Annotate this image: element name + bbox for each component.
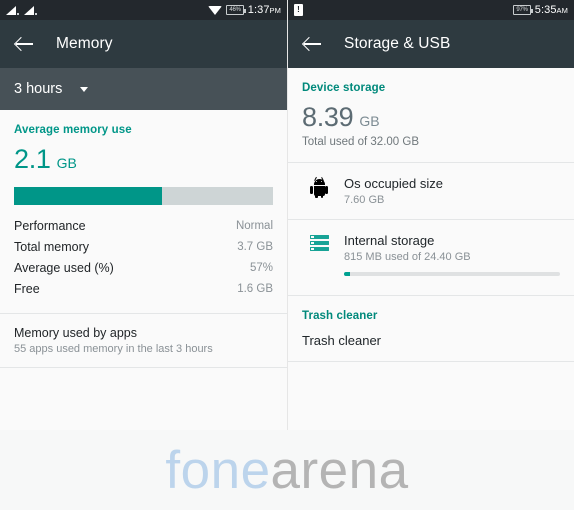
trash-cleaner-item[interactable]: Trash cleaner (288, 322, 574, 361)
storage-content: Device storage 8.39 GB Total used of 32.… (288, 68, 574, 362)
memory-content: Average memory use 2.1 GB Performance No… (0, 110, 287, 368)
signal-bars-icon (6, 5, 19, 15)
internal-storage-bar (344, 272, 560, 276)
average-memory-unit: GB (56, 155, 77, 171)
battery-indicator: 46% (226, 5, 247, 15)
memory-used-by-apps-item[interactable]: Memory used by apps 55 apps used memory … (0, 314, 287, 367)
clock-time: 1:37 (247, 4, 270, 16)
device-storage-value: 8.39 (302, 102, 354, 132)
signal-bars-icon-2 (24, 5, 37, 15)
storage-screen: ! 97% 5:35AM Storage & USB Device storag… (287, 0, 574, 430)
stat-value: 57% (249, 261, 273, 274)
status-bar-right-icons-right: 97% 5:35AM (513, 4, 568, 16)
storage-stack-icon (302, 233, 336, 251)
time-range-spinner[interactable]: 3 hours (0, 68, 287, 110)
stat-row: Free 1.6 GB (14, 278, 273, 299)
storage-app-bar: Storage & USB (288, 20, 574, 68)
clock-ampm: PM (269, 6, 281, 15)
average-memory-value-group: 2.1 GB (0, 136, 287, 175)
trash-cleaner-heading: Trash cleaner (302, 310, 378, 322)
stat-value: 1.6 GB (237, 282, 273, 295)
memory-used-by-apps-subtitle: 55 apps used memory in the last 3 hours (14, 343, 213, 355)
memory-stats-list: Performance Normal Total memory 3.7 GB A… (0, 205, 287, 299)
status-bar-clock: 1:37PM (248, 4, 281, 16)
stat-row: Total memory 3.7 GB (14, 236, 273, 257)
wifi-icon (208, 5, 223, 15)
stat-label: Free (14, 281, 40, 296)
stat-label: Total memory (14, 239, 90, 254)
memory-usage-bar-fill (14, 187, 162, 205)
stat-value: Normal (235, 219, 273, 232)
status-bar-left-icons-right: ! (294, 4, 303, 16)
page-title: Storage & USB (344, 35, 451, 52)
page-title: Memory (56, 35, 113, 52)
back-arrow-icon[interactable] (14, 33, 36, 55)
os-occupied-size-body: Os occupied size 7.60 GB (336, 176, 560, 206)
time-range-label: 3 hours (14, 81, 63, 97)
status-bar-right-icons: 46% 1:37PM (208, 4, 281, 16)
memory-app-bar: Memory (0, 20, 287, 68)
status-bar-left-icons (6, 5, 37, 15)
internal-storage-body: Internal storage 815 MB used of 24.40 GB (336, 233, 560, 276)
chevron-down-icon (80, 86, 89, 92)
os-occupied-size-subtitle: 7.60 GB (344, 194, 385, 206)
divider (0, 367, 287, 368)
watermark-arena: arena (270, 440, 409, 500)
stat-row: Performance Normal (14, 215, 273, 236)
back-arrow-icon[interactable] (302, 33, 324, 55)
internal-storage-row[interactable]: Internal storage 815 MB used of 24.40 GB (288, 220, 574, 289)
stat-label: Performance (14, 218, 86, 233)
status-bar-left: 46% 1:37PM (0, 0, 287, 20)
device-storage-unit: GB (359, 113, 380, 129)
os-occupied-size-title: Os occupied size (344, 176, 443, 191)
internal-storage-bar-fill (344, 272, 351, 276)
battery-indicator: 97% (513, 5, 534, 15)
internal-storage-subtitle: 815 MB used of 24.40 GB (344, 251, 471, 263)
status-bar-clock: 5:35AM (535, 4, 568, 16)
device-storage-heading: Device storage (302, 82, 386, 94)
device-storage-subtitle: Total used of 32.00 GB (302, 136, 419, 148)
stat-value: 3.7 GB (237, 240, 273, 253)
memory-usage-bar (14, 187, 273, 205)
memory-used-by-apps-title: Memory used by apps (14, 326, 137, 340)
divider (288, 361, 574, 362)
clock-time: 5:35 (534, 4, 557, 16)
screenshot-root: 46% 1:37PM Memory 3 hours Average memory… (0, 0, 574, 510)
average-memory-heading: Average memory use (14, 124, 132, 136)
clock-ampm: AM (556, 6, 568, 15)
watermark-fone: fone (165, 440, 271, 500)
stat-label: Average used (%) (14, 260, 114, 275)
device-storage-value-group: 8.39 GB (288, 94, 574, 133)
watermark: fone arena (0, 430, 574, 510)
sim-card-alert-icon: ! (294, 4, 303, 16)
memory-screen: 46% 1:37PM Memory 3 hours Average memory… (0, 0, 287, 430)
status-bar-right: ! 97% 5:35AM (288, 0, 574, 20)
os-occupied-size-row[interactable]: Os occupied size 7.60 GB (288, 163, 574, 219)
average-memory-value: 2.1 (14, 144, 51, 174)
android-robot-icon (302, 176, 336, 198)
internal-storage-title: Internal storage (344, 233, 435, 248)
stat-row: Average used (%) 57% (14, 257, 273, 278)
